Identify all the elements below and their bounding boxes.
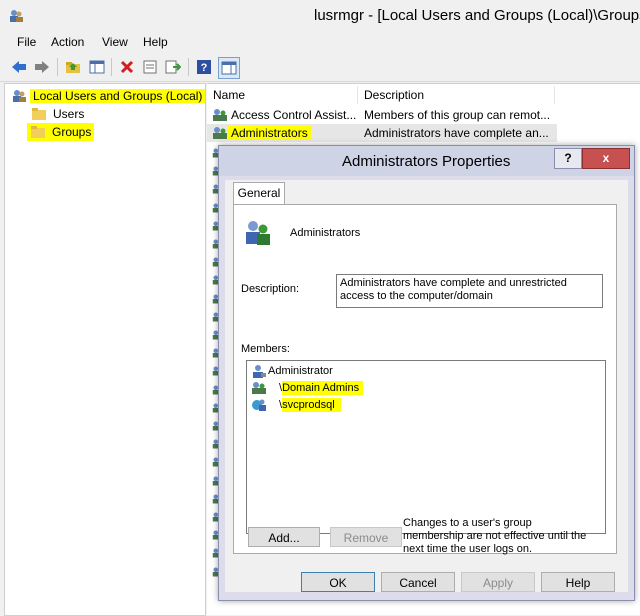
show-hide-tree-icon[interactable]: [87, 57, 107, 77]
tab-general[interactable]: General: [233, 182, 285, 205]
list-item[interactable]: \ svcprodsql: [251, 397, 341, 413]
ok-button[interactable]: OK: [301, 572, 375, 592]
group-large-icon: [246, 221, 270, 245]
user-icon: [253, 365, 266, 378]
dialog-help-button[interactable]: ?: [554, 148, 582, 169]
table-row[interactable]: Administrators Administrators have compl…: [207, 124, 557, 142]
column-header-name[interactable]: Name: [207, 86, 358, 104]
remove-button[interactable]: Remove: [330, 527, 402, 547]
menu-help[interactable]: Help: [143, 35, 168, 49]
forward-arrow-icon[interactable]: [32, 57, 52, 77]
properties-icon[interactable]: [140, 57, 160, 77]
group-icon: [252, 382, 266, 394]
svg-text:?: ?: [201, 62, 208, 74]
row-name: Access Control Assist...: [231, 108, 357, 122]
row-description: Administrators have complete an...: [364, 126, 549, 140]
menu-bar: File Action View Help: [0, 32, 640, 52]
toolbar: ?: [0, 53, 640, 82]
group-icon: [213, 109, 227, 121]
apply-button[interactable]: Apply: [461, 572, 535, 592]
list-item[interactable]: \ Domain Admins: [251, 380, 364, 396]
dialog-title: Administrators Properties: [342, 153, 511, 170]
up-folder-icon[interactable]: [63, 57, 83, 77]
members-list[interactable]: Administrator \ Domain Admins \ svcprods…: [246, 360, 606, 534]
add-button[interactable]: Add...: [248, 527, 320, 547]
export-list-icon[interactable]: [163, 57, 183, 77]
tree-item-users[interactable]: Users: [31, 105, 84, 123]
users-groups-app-icon: [10, 10, 23, 22]
member-name: svcprodsql: [282, 398, 341, 412]
help-icon[interactable]: ?: [194, 57, 214, 77]
user-globe-icon: [252, 399, 266, 411]
member-name: Domain Admins: [282, 381, 364, 395]
back-arrow-icon[interactable]: [9, 57, 29, 77]
tab-panel-general: Administrators Description: Administrato…: [233, 204, 617, 554]
cancel-button[interactable]: Cancel: [381, 572, 455, 592]
row-description: Members of this group can remot...: [364, 108, 551, 122]
description-field[interactable]: Administrators have complete and unrestr…: [336, 274, 603, 308]
delete-icon[interactable]: [117, 57, 137, 77]
table-row[interactable]: Access Control Assist... Members of this…: [207, 106, 637, 124]
member-name: Administrator: [268, 365, 333, 377]
folder-icon: [31, 126, 45, 138]
tree-item-label: Users: [53, 107, 85, 121]
members-label: Members:: [241, 343, 290, 355]
column-header-description[interactable]: Description: [358, 86, 555, 104]
group-name: Administrators: [290, 227, 361, 239]
group-icon: [213, 127, 227, 139]
tree-pane: Local Users and Groups (Local) Users Gro…: [4, 83, 206, 616]
menu-action[interactable]: Action: [51, 35, 84, 49]
membership-note: Changes to a user's group membership are…: [403, 517, 587, 555]
users-groups-icon: [13, 90, 26, 102]
console-view-icon[interactable]: [218, 57, 240, 79]
properties-dialog: Administrators Properties ? x General Ad…: [218, 145, 635, 601]
tree-root-label: Local Users and Groups (Local): [30, 89, 206, 103]
window-title: lusrmgr - [Local Users and Groups (Local…: [314, 7, 640, 24]
list-item[interactable]: Administrator: [251, 363, 333, 379]
dialog-body: General Administrators Description: Admi…: [225, 180, 628, 592]
tree-item-groups[interactable]: Groups: [27, 123, 95, 141]
dialog-titlebar: Administrators Properties ? x: [219, 146, 634, 176]
dialog-close-button[interactable]: x: [582, 148, 630, 169]
description-label: Description:: [241, 283, 300, 295]
folder-icon: [32, 108, 46, 120]
menu-file[interactable]: File: [17, 35, 36, 49]
help-button[interactable]: Help: [541, 572, 615, 592]
tree-root[interactable]: Local Users and Groups (Local): [11, 87, 206, 105]
tree-item-label: Groups: [52, 125, 92, 139]
row-name: Administrators: [228, 126, 311, 140]
menu-view[interactable]: View: [102, 35, 128, 49]
window-titlebar: lusrmgr - [Local Users and Groups (Local…: [0, 0, 640, 32]
